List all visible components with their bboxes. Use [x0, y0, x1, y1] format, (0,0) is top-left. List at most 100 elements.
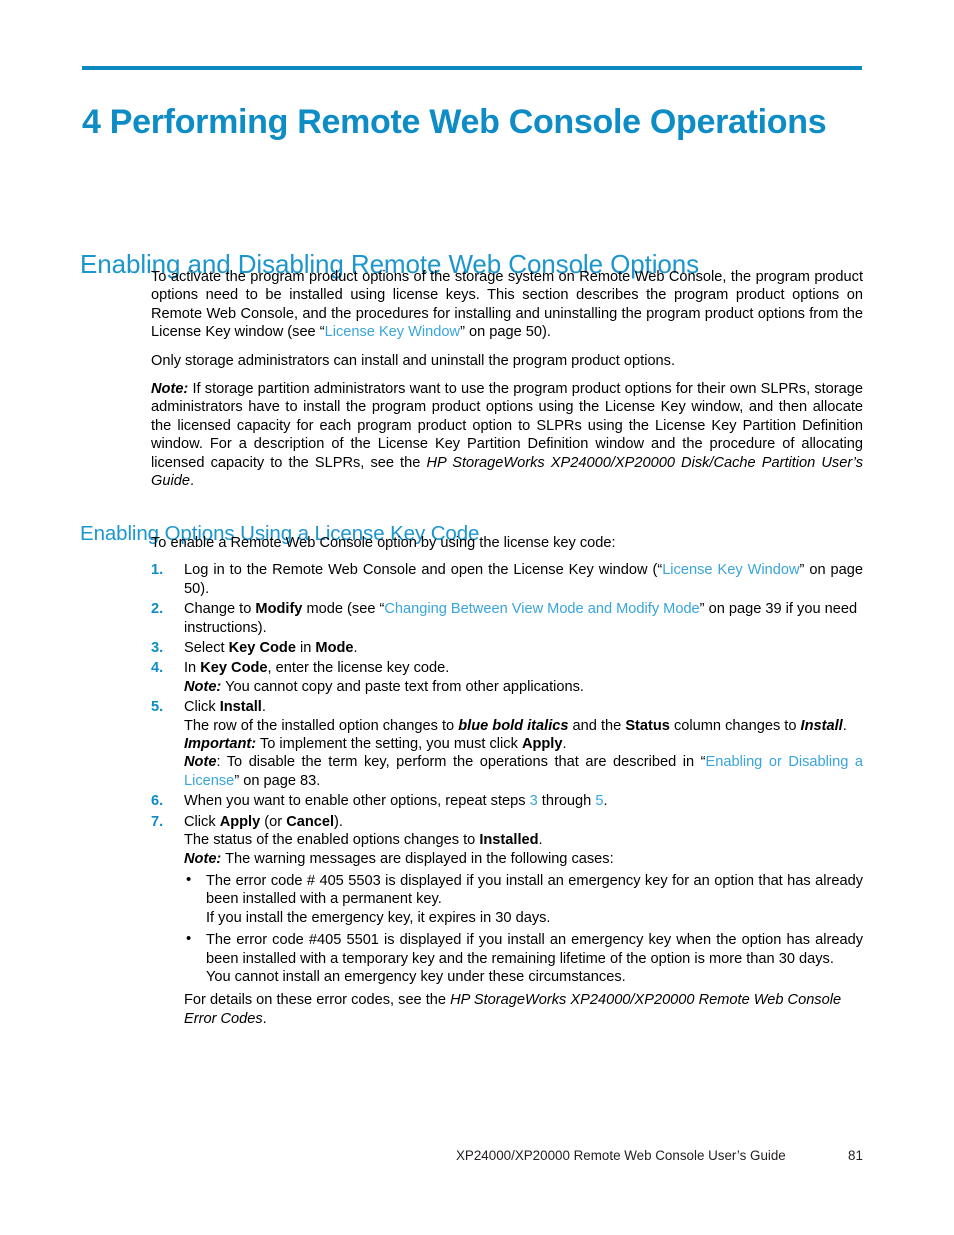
step-5-note: Note: To disable the term key, perform t… — [184, 753, 863, 790]
step-7-closing: For details on these error codes, see th… — [184, 991, 863, 1028]
step-4-text-a: In — [184, 660, 201, 677]
chapter-title: 4 Performing Remote Web Console Operatio… — [82, 102, 827, 141]
step-1-text: Log in to the Remote Web Console and ope… — [184, 561, 863, 598]
step-5-line2-b: and the — [568, 717, 626, 734]
step-5-blue-bold-italics: blue bold italics — [458, 717, 569, 734]
step-3-text-c: . — [353, 640, 358, 657]
step-5-note-label: Note — [184, 754, 217, 771]
step-5: 5. Click Install. The row of the install… — [151, 698, 863, 790]
step-5-important-text-a: To implement the setting, you must click — [256, 736, 522, 753]
note-paragraph: Note: If storage partition administrator… — [151, 380, 863, 490]
step-1-text-a: Log in to the Remote Web Console and ope… — [184, 562, 663, 579]
bullet-icon: • — [186, 870, 192, 888]
step-7-text-b: (or — [260, 813, 287, 830]
step-7: 7. Click Apply (or Cancel). The status o… — [151, 813, 863, 1028]
step-7-bold-apply: Apply — [219, 813, 261, 830]
step-5-bold-status: Status — [625, 717, 670, 734]
note-label: Note: — [151, 381, 189, 398]
step-7-number: 7. — [151, 813, 164, 830]
step-6-text: When you want to enable other options, r… — [184, 792, 863, 810]
step-7-closing-a: For details on these error codes, see th… — [184, 992, 451, 1009]
step-2: 2. Change to Modify mode (see “Changing … — [151, 600, 863, 637]
step-7-text-a: Click — [184, 813, 220, 830]
step-7-note-label: Note: — [184, 850, 222, 867]
warning-bullet-2-line2: You cannot install an emergency key unde… — [206, 968, 626, 985]
warning-bullet-list: • The error code # 405 5503 is displayed… — [184, 870, 863, 986]
step-7-line2-a: The status of the enabled options change… — [184, 832, 480, 849]
step-7-line2-b: . — [538, 832, 543, 849]
step-5-line2-c: column changes to — [669, 717, 801, 734]
note-body-b: . — [189, 473, 195, 490]
step-7-bold-cancel: Cancel — [286, 813, 335, 830]
step-5-important-label: Important: — [184, 736, 257, 753]
step-5-text-b: . — [261, 699, 266, 716]
step-5-bold-install: Install — [219, 699, 262, 716]
step-7-text: Click Apply (or Cancel). — [184, 813, 863, 831]
section-intro-block: To activate the program product options … — [151, 268, 863, 500]
step-3-text-a: Select — [184, 640, 229, 657]
link-license-key-window-1[interactable]: License Key Window — [325, 324, 460, 340]
step-5-note-text-a: : To disable the term key, perform the o… — [216, 754, 706, 771]
footer-title: XP24000/XP20000 Remote Web Console User’… — [456, 1148, 786, 1163]
step-ref-3[interactable]: 3 — [530, 793, 538, 809]
step-6-text-b: through — [537, 793, 596, 810]
step-2-text: Change to Modify mode (see “Changing Bet… — [184, 600, 863, 637]
procedure-block: To enable a Remote Web Console option by… — [151, 534, 863, 1030]
footer-page-number: 81 — [848, 1148, 863, 1163]
step-3-number: 3. — [151, 640, 164, 657]
step-5-note-text-b: ” on page 83. — [234, 772, 321, 789]
chapter-rule — [82, 66, 862, 70]
step-4-note-label: Note: — [184, 678, 222, 695]
step-6-number: 6. — [151, 793, 164, 810]
step-2-number: 2. — [151, 601, 164, 618]
document-page: 4 Performing Remote Web Console Operatio… — [0, 0, 954, 1235]
step-2-text-a: Change to — [184, 601, 256, 618]
step-4-bold-key-code: Key Code — [200, 660, 268, 677]
intro-paragraph-1: To activate the program product options … — [151, 268, 863, 342]
step-5-important: Important: To implement the setting, you… — [184, 735, 863, 753]
intro-paragraph-2: Only storage administrators can install … — [151, 352, 676, 369]
step-4-text: In Key Code, enter the license key code. — [184, 659, 863, 677]
step-3-text-b: in — [295, 640, 316, 657]
step-5-bold-apply: Apply — [521, 736, 563, 753]
step-3-text: Select Key Code in Mode. — [184, 639, 863, 657]
bullet-icon: • — [186, 930, 192, 948]
step-4-note: Note: You cannot copy and paste text fro… — [184, 678, 863, 696]
step-4: 4. In Key Code, enter the license key co… — [151, 659, 863, 696]
step-5-result: The row of the installed option changes … — [184, 717, 863, 735]
warning-bullet-2-line1: The error code #405 5501 is displayed if… — [206, 932, 863, 967]
step-2-text-b: mode (see “ — [302, 601, 385, 618]
step-5-line2-d: . — [842, 717, 847, 734]
step-5-text-a: Click — [184, 699, 220, 716]
warning-bullet-1-line1: The error code # 405 5503 is displayed i… — [206, 872, 863, 908]
warning-bullet-1-line2: If you install the emergency key, it exp… — [206, 909, 551, 926]
step-7-note-text: The warning messages are displayed in th… — [221, 850, 614, 867]
step-3-bold-mode: Mode — [315, 640, 354, 657]
step-7-closing-b: . — [262, 1010, 267, 1027]
procedure-steps-list: 1. Log in to the Remote Web Console and … — [151, 561, 863, 1028]
warning-bullet-2: • The error code #405 5501 is displayed … — [184, 930, 863, 986]
step-1-number: 1. — [151, 562, 164, 579]
step-1: 1. Log in to the Remote Web Console and … — [151, 561, 863, 598]
step-7-text-c: ). — [334, 813, 343, 830]
step-4-number: 4. — [151, 660, 164, 677]
step-6-text-c: . — [603, 793, 608, 810]
step-7-bold-installed: Installed — [479, 832, 539, 849]
step-3-bold-key-code: Key Code — [228, 640, 296, 657]
step-4-text-b: , enter the license key code. — [267, 660, 450, 677]
step-5-number: 5. — [151, 699, 164, 716]
step-3: 3. Select Key Code in Mode. — [151, 639, 863, 657]
warning-bullet-1: • The error code # 405 5503 is displayed… — [184, 870, 863, 927]
link-license-key-window-2[interactable]: License Key Window — [662, 562, 799, 578]
step-2-bold-modify: Modify — [255, 601, 303, 618]
step-7-result: The status of the enabled options change… — [184, 831, 863, 849]
step-4-note-text: You cannot copy and paste text from othe… — [221, 678, 584, 695]
step-7-note: Note: The warning messages are displayed… — [184, 850, 863, 868]
step-5-line2-a: The row of the installed option changes … — [184, 717, 459, 734]
link-changing-between-view-mode[interactable]: Changing Between View Mode and Modify Mo… — [384, 601, 699, 617]
step-6-text-a: When you want to enable other options, r… — [184, 793, 530, 810]
step-5-important-text-b: . — [562, 736, 567, 753]
page-footer: XP24000/XP20000 Remote Web Console User’… — [0, 1148, 954, 1170]
procedure-intro: To enable a Remote Web Console option by… — [151, 535, 616, 551]
step-5-italic-install: Install — [800, 717, 843, 734]
